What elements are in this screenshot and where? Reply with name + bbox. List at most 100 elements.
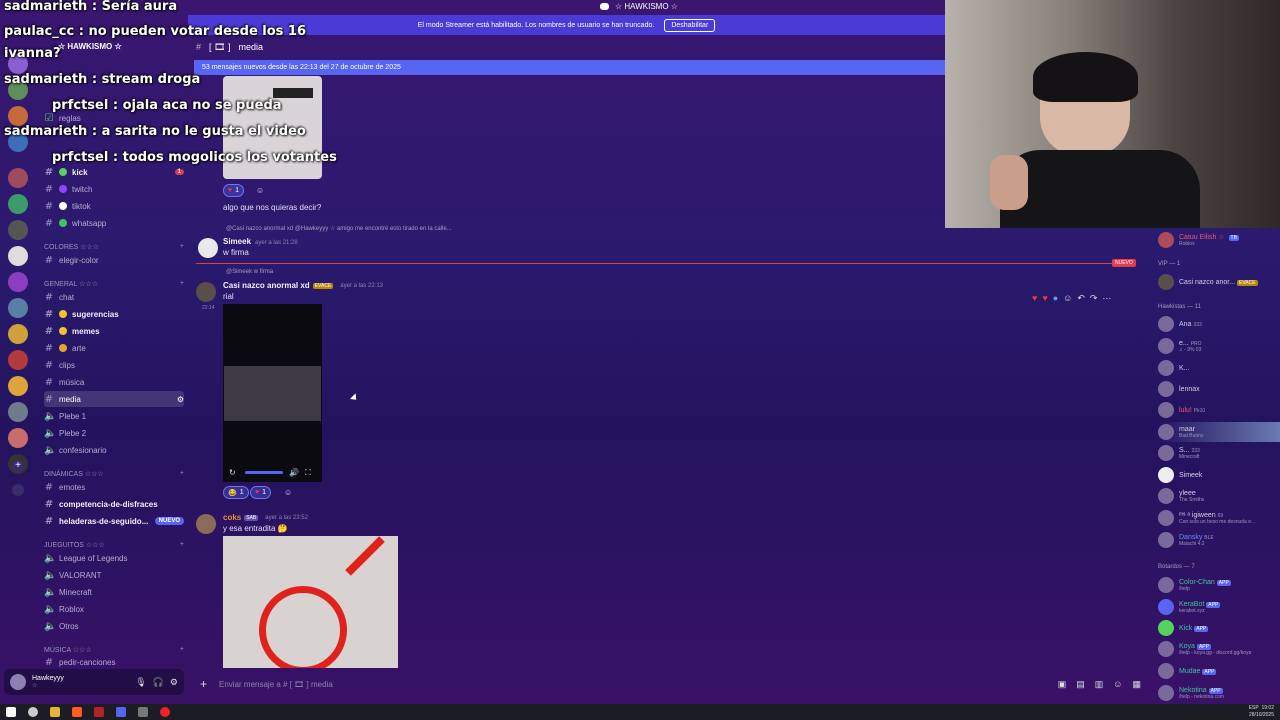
- member-item[interactable]: Dansky BLE Malachi 4:2: [1158, 530, 1280, 550]
- add-reaction-icon[interactable]: ☺: [284, 488, 292, 497]
- server-icon[interactable]: [8, 402, 28, 422]
- member-item[interactable]: Color-Chan APP/help: [1158, 575, 1280, 595]
- avatar[interactable]: [196, 514, 216, 534]
- reaction-laugh[interactable]: 😂 1: [223, 486, 249, 499]
- channel-plebe-2[interactable]: 🔈 Plebe 2: [44, 425, 184, 441]
- member-item[interactable]: lulu! Pk10: [1158, 400, 1280, 420]
- message-input[interactable]: Enviar mensaje a # [ 🎞 ] media: [219, 680, 333, 689]
- channel-minecraft[interactable]: 🔈 Minecraft: [44, 584, 184, 600]
- add-channel-icon[interactable]: +: [180, 470, 184, 478]
- category-general[interactable]: GENERAL ☆☆☆ +: [44, 280, 184, 288]
- category-colores[interactable]: COLORES ☆☆☆ +: [44, 243, 184, 251]
- server-icon[interactable]: [8, 272, 28, 292]
- obs-icon[interactable]: [138, 707, 148, 717]
- add-channel-icon[interactable]: +: [180, 646, 184, 654]
- channel-twitch[interactable]: # twitch: [44, 181, 184, 197]
- system-tray[interactable]: ESP 19:02 28/10/2025: [1249, 705, 1274, 719]
- member-item[interactable]: Nekotina APP/help - nekotina.com: [1158, 683, 1280, 703]
- channel-plebe-1[interactable]: 🔈 Plebe 1: [44, 408, 184, 424]
- member-item[interactable]: yleee The Smiths: [1158, 486, 1280, 506]
- apps-icon[interactable]: ▦: [1132, 679, 1141, 690]
- app-icon[interactable]: [94, 707, 104, 717]
- channel-memes[interactable]: # memes: [44, 323, 184, 339]
- server-icon[interactable]: [8, 350, 28, 370]
- opera-icon[interactable]: [160, 707, 170, 717]
- channel-media[interactable]: # media ⚙: [44, 391, 184, 407]
- video-attachment[interactable]: ↻ 🔊 ⛶: [223, 304, 322, 482]
- channel-emotes[interactable]: # emotes: [44, 479, 184, 495]
- username[interactable]: Casi nazco anormal xd: [223, 281, 310, 290]
- avatar[interactable]: [198, 238, 218, 258]
- category-musica[interactable]: MÚSICA ☆☆☆ +: [44, 646, 184, 654]
- server-icon[interactable]: [8, 220, 28, 240]
- more-icon[interactable]: ⋯: [1102, 293, 1111, 304]
- channel-roblox[interactable]: 🔈 Roblox: [44, 601, 184, 617]
- add-channel-icon[interactable]: +: [180, 541, 184, 549]
- server-icon[interactable]: [8, 168, 28, 188]
- explore-icon[interactable]: [12, 484, 24, 496]
- category-dinamicas[interactable]: DINÁMICAS ☆☆☆ +: [44, 470, 184, 478]
- language-indicator[interactable]: ESP: [1249, 705, 1259, 711]
- add-channel-icon[interactable]: +: [180, 243, 184, 251]
- channel-heladeras[interactable]: # heladeras-de-seguido... NUEVO: [44, 513, 184, 529]
- channel-sugerencias[interactable]: # sugerencias: [44, 306, 184, 322]
- channel-otros[interactable]: 🔈 Otros: [44, 618, 184, 634]
- server-name[interactable]: ☆ HAWKISMO ☆: [58, 42, 122, 51]
- headphones-icon[interactable]: 🎧: [153, 677, 164, 688]
- add-attachment-icon[interactable]: +: [200, 677, 207, 691]
- channel-musica[interactable]: # música: [44, 374, 184, 390]
- member-item[interactable]: Mudae APP: [1158, 661, 1280, 681]
- channel-elegir-color[interactable]: # elegir-color: [44, 252, 184, 268]
- brave-icon[interactable]: [72, 707, 82, 717]
- add-reaction-icon[interactable]: ☺: [1063, 293, 1072, 303]
- heart-icon[interactable]: ♥: [1032, 293, 1037, 303]
- discord-icon[interactable]: [116, 707, 126, 717]
- channel-confesionario[interactable]: 🔈 confesionario: [44, 442, 184, 458]
- windows-start-icon[interactable]: [6, 707, 16, 717]
- gift-icon[interactable]: ▣: [1058, 679, 1067, 690]
- sticker-icon[interactable]: ▥: [1095, 679, 1104, 690]
- member-item[interactable]: maar Bad Bunny: [1158, 422, 1280, 442]
- new-messages-bar[interactable]: 53 mensajes nuevos desde las 22:13 del 2…: [194, 60, 945, 75]
- settings-icon[interactable]: ⚙: [177, 395, 184, 404]
- video-progress[interactable]: [245, 471, 283, 474]
- server-icon[interactable]: [8, 298, 28, 318]
- channel-valorant[interactable]: 🔈 VALORANT: [44, 567, 184, 583]
- member-item[interactable]: KeraBot APP kerabot.xyz: [1158, 597, 1280, 617]
- channel-kick[interactable]: # kick 1: [44, 164, 184, 180]
- channel-pedir-canciones[interactable]: # pedir-canciones: [44, 654, 184, 670]
- server-icon[interactable]: [8, 106, 28, 126]
- member-item[interactable]: Ana 333: [1158, 314, 1280, 334]
- gif-icon[interactable]: ▤: [1076, 679, 1085, 690]
- file-explorer-icon[interactable]: [50, 707, 60, 717]
- server-icon[interactable]: [8, 376, 28, 396]
- category-juegitos[interactable]: JUEGUITOS ☆☆☆ +: [44, 541, 184, 549]
- server-icon[interactable]: [8, 428, 28, 448]
- channel-competencia[interactable]: # competencia-de-disfraces: [44, 496, 184, 512]
- reaction-heart[interactable]: ♥ 1: [250, 486, 272, 499]
- member-item[interactable]: Casi nazco anor... EVACE: [1158, 272, 1280, 292]
- gear-icon[interactable]: ⚙: [170, 677, 178, 688]
- channel-chat[interactable]: # chat: [44, 289, 184, 305]
- server-icon[interactable]: [8, 194, 28, 214]
- volume-icon[interactable]: 🔊: [289, 468, 299, 477]
- member-item[interactable]: Simeek: [1158, 465, 1280, 485]
- reaction-heart[interactable]: ♥ 1: [223, 184, 245, 197]
- emoji-icon[interactable]: ●: [1053, 293, 1058, 303]
- image-attachment[interactable]: [223, 536, 398, 668]
- server-icon[interactable]: [8, 324, 28, 344]
- reply-preview[interactable]: @Simeek w firma: [226, 269, 273, 275]
- add-reaction-icon[interactable]: ☺: [256, 186, 264, 195]
- microphone-icon[interactable]: 🎙: [135, 677, 146, 688]
- channel-tiktok[interactable]: # tiktok: [44, 198, 184, 214]
- member-item[interactable]: Catuu Eilish ☆ TB Roblox: [1158, 230, 1280, 250]
- reply-icon[interactable]: ↶: [1077, 293, 1085, 304]
- member-item[interactable]: Kick APP: [1158, 618, 1280, 638]
- username[interactable]: coks: [223, 513, 241, 522]
- member-item[interactable]: Koya APP/help - koya.gg - discord.gg/koya: [1158, 639, 1280, 659]
- forward-icon[interactable]: ↷: [1090, 293, 1098, 304]
- emoji-icon[interactable]: ☺: [1113, 679, 1122, 690]
- server-icon[interactable]: [8, 246, 28, 266]
- channel-lol[interactable]: 🔈 League of Legends: [44, 550, 184, 566]
- add-channel-icon[interactable]: +: [180, 280, 184, 288]
